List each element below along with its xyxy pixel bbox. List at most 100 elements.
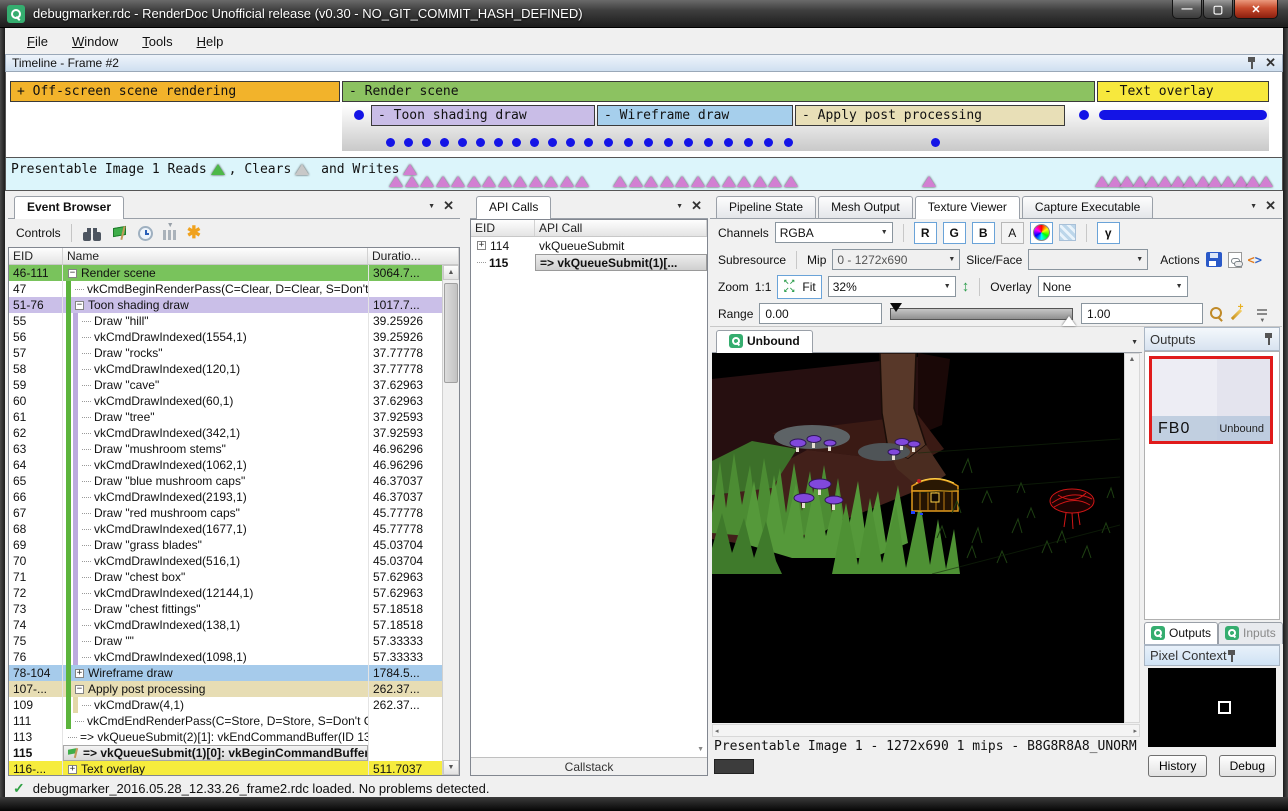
event-browser-columns[interactable]: EID Name Duratio... xyxy=(9,248,459,265)
event-row[interactable]: 55Draw "hill"39.25926 xyxy=(9,313,442,329)
range-white-marker[interactable] xyxy=(1062,316,1076,326)
timeline-draw-dot[interactable] xyxy=(512,138,521,147)
color-wheel-button[interactable] xyxy=(1030,222,1053,244)
event-row[interactable]: 111vkCmdEndRenderPass(C=Store, D=Store, … xyxy=(9,713,442,729)
range-track[interactable] xyxy=(890,308,1073,320)
fb0-thumbnail[interactable]: FB0 Unbound xyxy=(1149,356,1273,444)
view-code-icon[interactable] xyxy=(1248,253,1262,267)
timeline-draw-dot[interactable] xyxy=(624,138,633,147)
timeline-draw-dot[interactable] xyxy=(784,138,793,147)
texture-viewer-close-icon[interactable]: ✕ xyxy=(1265,201,1276,211)
timeline-draw-dot[interactable] xyxy=(931,138,940,147)
bookmark-icon[interactable] xyxy=(187,225,201,241)
callstack-section[interactable]: Callstack xyxy=(471,757,707,775)
timeline-marker-bar[interactable]: - Toon shading draw xyxy=(371,105,595,126)
tab-event-browser[interactable]: Event Browser xyxy=(14,196,124,219)
expand-icon[interactable]: + xyxy=(75,669,84,678)
timeline-draw-dot[interactable] xyxy=(764,138,773,147)
debug-button[interactable]: Debug xyxy=(1219,755,1276,777)
menu-item-tools[interactable]: Tools xyxy=(130,30,184,53)
viewport-scroll-left-icon[interactable]: ◂ xyxy=(715,727,719,735)
zoom-1to1-button[interactable]: 1:1 xyxy=(755,280,772,294)
zoom-level-combo[interactable]: 32%▼ xyxy=(828,276,956,297)
range-black-marker[interactable] xyxy=(890,303,902,312)
pixel-context-pin-icon[interactable] xyxy=(1227,650,1237,662)
timeline-marker-bar[interactable]: - Wireframe draw xyxy=(597,105,793,126)
event-row[interactable]: 46-111−Render scene3064.7... xyxy=(9,265,442,281)
event-row[interactable]: 51-76−Toon shading draw1017.7... xyxy=(9,297,442,313)
autofit-wand-icon[interactable] xyxy=(1229,306,1243,321)
fit-button[interactable]: ↖↗↙↘ Fit xyxy=(777,275,821,299)
menu-item-file[interactable]: File xyxy=(15,30,60,53)
write-event-triangle[interactable] xyxy=(644,176,658,187)
viewport-scroll-right-icon[interactable]: ▸ xyxy=(1133,727,1137,735)
write-event-triangle[interactable] xyxy=(467,176,481,187)
open-link-icon[interactable] xyxy=(1228,252,1242,268)
menu-item-window[interactable]: Window xyxy=(60,30,130,53)
write-event-triangle[interactable] xyxy=(753,176,767,187)
event-row[interactable]: 63Draw "mushroom stems"46.96296 xyxy=(9,441,442,457)
timeline-draw-dot[interactable] xyxy=(744,138,753,147)
scroll-up-icon[interactable]: ▲ xyxy=(443,265,459,280)
menu-item-help[interactable]: Help xyxy=(185,30,236,53)
write-event-triangle[interactable] xyxy=(405,176,419,187)
event-row[interactable]: 107-...−Apply post processing262.37... xyxy=(9,681,442,697)
event-row[interactable]: 68vkCmdDrawIndexed(1677,1)45.77778 xyxy=(9,521,442,537)
timeline-draw-dot[interactable] xyxy=(644,138,653,147)
event-row[interactable]: 58vkCmdDrawIndexed(120,1)37.77778 xyxy=(9,361,442,377)
write-event-triangle[interactable] xyxy=(482,176,496,187)
event-row[interactable]: 74vkCmdDrawIndexed(138,1)57.18518 xyxy=(9,617,442,633)
write-event-triangle[interactable] xyxy=(560,176,574,187)
write-event-triangle[interactable] xyxy=(737,176,751,187)
timeline-draw-dot[interactable] xyxy=(704,138,713,147)
event-row[interactable]: 73Draw "chest fittings"57.18518 xyxy=(9,601,442,617)
timeline-body[interactable]: Presentable Image 1 Reads , Clears and W… xyxy=(5,72,1283,191)
event-browser-scrollbar[interactable]: ▲ ▼ xyxy=(442,265,459,775)
expand-icon[interactable]: + xyxy=(68,765,77,774)
maximize-button[interactable]: ▢ xyxy=(1203,0,1233,19)
event-browser-menu-icon[interactable]: ▼ xyxy=(428,203,435,210)
event-row[interactable]: 109vkCmdDraw(4,1)262.37... xyxy=(9,697,442,713)
collapse-icon[interactable]: − xyxy=(75,685,84,694)
viewport-horizontal-scrollbar[interactable]: ◂ ▸ xyxy=(712,724,1140,737)
write-event-triangle[interactable] xyxy=(722,176,736,187)
timeline-event-pill[interactable] xyxy=(1099,110,1267,120)
write-event-triangle[interactable] xyxy=(575,176,589,187)
event-row[interactable]: 47vkCmdBeginRenderPass(C=Clear, D=Clear,… xyxy=(9,281,442,297)
write-event-triangle[interactable] xyxy=(1259,176,1273,187)
write-event-triangle[interactable] xyxy=(691,176,705,187)
find-event-icon[interactable] xyxy=(82,226,102,241)
event-row[interactable]: 62vkCmdDrawIndexed(342,1)37.92593 xyxy=(9,425,442,441)
event-row[interactable]: 57Draw "rocks"37.77778 xyxy=(9,345,442,361)
texture-image[interactable] xyxy=(712,353,1120,574)
gamma-button[interactable]: γ xyxy=(1097,222,1120,244)
write-event-triangle[interactable] xyxy=(784,176,798,187)
timeline-draw-dot[interactable] xyxy=(604,138,613,147)
minimize-button[interactable]: — xyxy=(1172,0,1202,19)
timeline-pin-icon[interactable] xyxy=(1247,57,1257,69)
select-columns-icon[interactable] xyxy=(163,226,177,240)
event-row[interactable]: 65Draw "blue mushroom caps"46.37037 xyxy=(9,473,442,489)
event-row[interactable]: 59Draw "cave"37.62963 xyxy=(9,377,442,393)
timeline-draw-dot[interactable] xyxy=(404,138,413,147)
event-row[interactable]: 56vkCmdDrawIndexed(1554,1)39.25926 xyxy=(9,329,442,345)
tab-unbound-texture[interactable]: Unbound xyxy=(716,330,813,353)
timeline-draw-dot[interactable] xyxy=(530,138,539,147)
event-row[interactable]: 71Draw "chest box"57.62963 xyxy=(9,569,442,585)
timeline-draw-dot[interactable] xyxy=(684,138,693,147)
event-row[interactable]: 64vkCmdDrawIndexed(1062,1)46.96296 xyxy=(9,457,442,473)
texture-viewport[interactable] xyxy=(712,353,1124,723)
range-detail-icon[interactable] xyxy=(1255,307,1268,321)
write-event-triangle[interactable] xyxy=(629,176,643,187)
event-row[interactable]: 60vkCmdDrawIndexed(60,1)37.62963 xyxy=(9,393,442,409)
timeline-marker-bar[interactable]: - Render scene xyxy=(342,81,1095,102)
timeline-event-dot[interactable] xyxy=(354,110,364,120)
alpha-channel-button[interactable]: A xyxy=(1001,222,1024,244)
event-row[interactable]: 69Draw "grass blades"45.03704 xyxy=(9,537,442,553)
event-row[interactable]: 72vkCmdDrawIndexed(12144,1)57.62963 xyxy=(9,585,442,601)
blue-channel-button[interactable]: B xyxy=(972,222,995,244)
outputs-header[interactable]: Outputs xyxy=(1144,327,1280,351)
write-event-triangle[interactable] xyxy=(544,176,558,187)
timeline-draw-dot[interactable] xyxy=(548,138,557,147)
timeline-draw-dot[interactable] xyxy=(458,138,467,147)
